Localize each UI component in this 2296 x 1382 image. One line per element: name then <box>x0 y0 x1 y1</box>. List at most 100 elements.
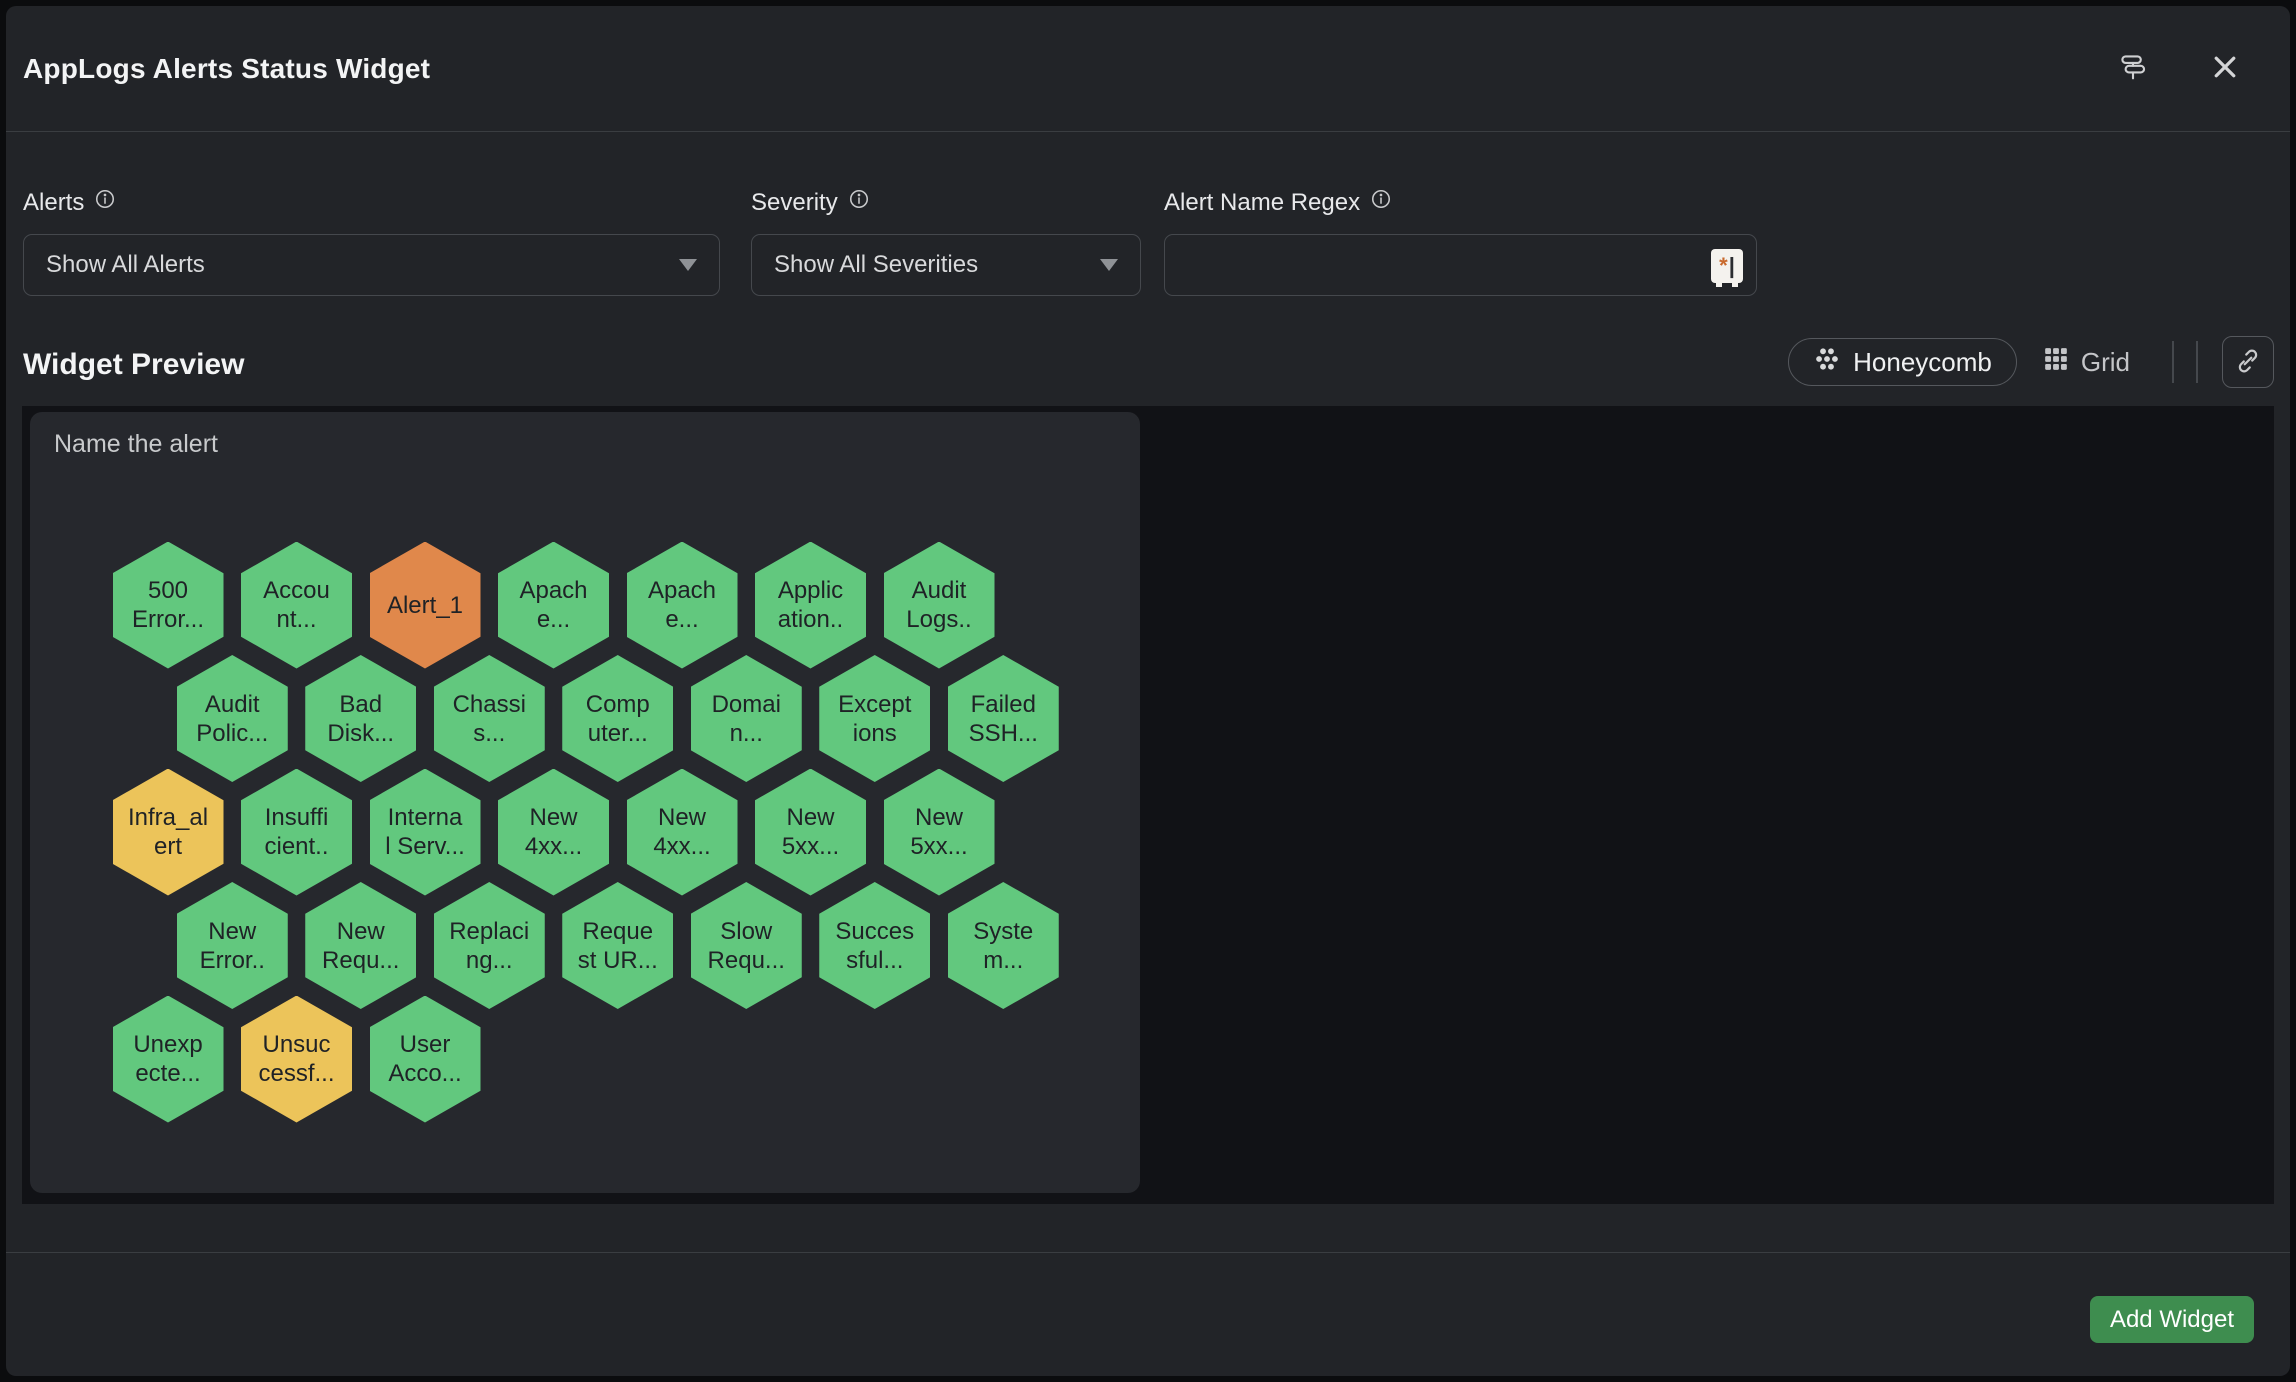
regex-helper-icon[interactable]: *| <box>1711 249 1743 283</box>
hexagon-alert[interactable]: AuditPolic... <box>177 655 288 782</box>
hexagon-alert[interactable]: New4xx... <box>498 769 609 896</box>
hexagon-alert[interactable]: Unsuccessf... <box>241 996 352 1123</box>
hexagon-alert[interactable]: UserAcco... <box>370 996 481 1123</box>
hexagon-label-line1: Chassi <box>453 690 526 719</box>
hexagon-label-line1: Reque <box>582 917 653 946</box>
link-button[interactable] <box>2222 336 2274 388</box>
hexagon-label-line1: Infra_al <box>128 803 208 832</box>
hexagon-label-line1: Bad <box>339 690 382 719</box>
close-button[interactable] <box>2206 48 2244 89</box>
header-actions <box>2112 46 2244 91</box>
hexagon-alert[interactable]: Account... <box>241 542 352 669</box>
hexagon-alert[interactable]: Alert_1 <box>370 542 481 669</box>
hexagon-label-line2: e... <box>537 605 570 634</box>
hexagon-label-line1: Unsuc <box>262 1030 330 1059</box>
hexagon-alert[interactable]: NewRequ... <box>305 882 416 1009</box>
hexagon-label-line2: SSH... <box>969 719 1038 748</box>
hexagon-label-line2: 4xx... <box>653 832 710 861</box>
severity-label-text: Severity <box>751 189 838 217</box>
hexagon-alert[interactable]: Internal Serv... <box>370 769 481 896</box>
regex-filter: Alert Name Regex *| <box>1164 188 1757 217</box>
hexagon-alert[interactable]: New5xx... <box>755 769 866 896</box>
hexagon-alert[interactable]: New5xx... <box>884 769 995 896</box>
hexagon-alert[interactable]: FailedSSH... <box>948 655 1059 782</box>
link-icon <box>2234 347 2262 378</box>
hexagon-alert[interactable]: New4xx... <box>627 769 738 896</box>
hexagon-label-line2: s... <box>473 719 505 748</box>
hexagon-alert[interactable]: Domain... <box>691 655 802 782</box>
hexagon-alert[interactable]: Infra_alert <box>113 769 224 896</box>
chevron-down-icon <box>679 259 697 271</box>
hexagon-alert[interactable]: BadDisk... <box>305 655 416 782</box>
hexagon-label-line1: Applic <box>778 576 843 605</box>
hexagon-alert[interactable]: SlowRequ... <box>691 882 802 1009</box>
hexagon-label-line1: Except <box>838 690 911 719</box>
hexagon-label-line2: Disk... <box>327 719 394 748</box>
hexagon-label-line1: Slow <box>720 917 772 946</box>
hexagon-label-line2: 5xx... <box>910 832 967 861</box>
grid-view-button[interactable]: Grid <box>2025 338 2148 386</box>
divider <box>2172 341 2174 383</box>
hexagon-label-line1: Insuffi <box>265 803 329 832</box>
alerts-dropdown[interactable]: Show All Alerts <box>23 234 720 296</box>
hexagon-alert[interactable]: AuditLogs.. <box>884 542 995 669</box>
info-icon[interactable] <box>94 188 116 217</box>
hexagon-alert[interactable]: Chassis... <box>434 655 545 782</box>
regex-star-glyph: * <box>1719 253 1728 279</box>
hexagon-label-line2: ng... <box>466 946 513 975</box>
regex-bar-glyph: | <box>1729 253 1735 279</box>
alerts-label: Alerts <box>23 188 116 217</box>
hexagon-label-line2: ation.. <box>778 605 843 634</box>
honeycomb-view-button[interactable]: Honeycomb <box>1788 338 2017 386</box>
regex-input[interactable] <box>1164 234 1757 296</box>
severity-dropdown[interactable]: Show All Severities <box>751 234 1141 296</box>
hexagon-label-line2: Polic... <box>196 719 268 748</box>
hexagon-alert[interactable]: 500Error... <box>113 542 224 669</box>
hexagon-alert[interactable]: System... <box>948 882 1059 1009</box>
honeycomb-dots-icon <box>1813 345 1841 380</box>
modal-header: AppLogs Alerts Status Widget <box>6 6 2290 132</box>
hexagon-alert[interactable]: Request UR... <box>562 882 673 1009</box>
add-widget-modal: AppLogs Alerts Status Widget <box>6 6 2290 1376</box>
hexagon-label-line2: st UR... <box>578 946 658 975</box>
signpost-icon <box>2116 50 2150 87</box>
info-icon[interactable] <box>848 188 870 217</box>
hexagon-label-line2: cient.. <box>264 832 328 861</box>
hexagon-label-line2: Logs.. <box>906 605 971 634</box>
hexagon-alert[interactable]: Computer... <box>562 655 673 782</box>
add-widget-button[interactable]: Add Widget <box>2090 1296 2254 1343</box>
hexagon-label-line1: Accou <box>263 576 330 605</box>
hexagon-alert[interactable]: Exceptions <box>819 655 930 782</box>
hexagon-alert[interactable]: Apache... <box>498 542 609 669</box>
hexagon-label-line1: Alert_1 <box>387 591 463 620</box>
preview-card: Name the alert 500Error...Account...Aler… <box>30 412 1140 1193</box>
hexagon-alert[interactable]: NewError.. <box>177 882 288 1009</box>
info-icon[interactable] <box>1370 188 1392 217</box>
divider <box>2196 341 2198 383</box>
hexagon-alert[interactable]: Replacing... <box>434 882 545 1009</box>
hexagon-label-line2: l Serv... <box>385 832 465 861</box>
hexagon-alert[interactable]: Apache... <box>627 542 738 669</box>
hexagon-label-line1: Unexp <box>133 1030 202 1059</box>
hexagon-label-line2: uter... <box>588 719 648 748</box>
hexagon-label-line2: 5xx... <box>782 832 839 861</box>
hexagon-label-line2: n... <box>730 719 763 748</box>
hexagon-alert[interactable]: Unexpecte... <box>113 996 224 1123</box>
hexagon-label-line2: Requ... <box>322 946 399 975</box>
hexagon-alert[interactable]: Successful... <box>819 882 930 1009</box>
hexagon-label-line2: 4xx... <box>525 832 582 861</box>
severity-label: Severity <box>751 188 870 217</box>
hexagon-label-line1: New <box>529 803 577 832</box>
modal-title: AppLogs Alerts Status Widget <box>23 53 430 85</box>
regex-label: Alert Name Regex <box>1164 188 1757 217</box>
hexagon-label-line1: Apach <box>648 576 716 605</box>
hexagon-label-line1: New <box>658 803 706 832</box>
hexagon-label-line1: Comp <box>586 690 650 719</box>
hexagon-alert[interactable]: Application.. <box>755 542 866 669</box>
grid-icon <box>2043 346 2069 379</box>
signpost-button[interactable] <box>2112 46 2154 91</box>
hexagon-label-line2: ecte... <box>135 1059 200 1088</box>
alerts-dropdown-value: Show All Alerts <box>46 251 205 279</box>
severity-filter: Severity Show All Severities <box>751 188 870 217</box>
hexagon-alert[interactable]: Insufficient.. <box>241 769 352 896</box>
